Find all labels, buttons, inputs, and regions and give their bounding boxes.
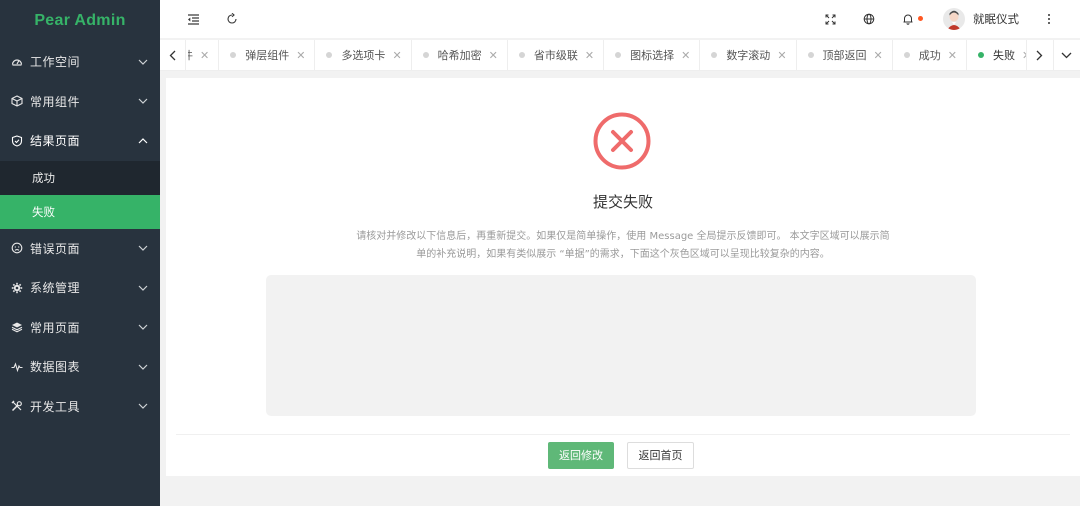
tab-components[interactable]: 组件 ✕	[188, 40, 220, 70]
tab-bar: 组件 ✕ 弹层组件 ✕ 多选项卡 ✕ 哈希加密 ✕ 省市级联 ✕	[160, 40, 1080, 71]
sidebar-item-common-pages[interactable]: 常用页面	[0, 308, 160, 348]
sidebar-item-label: 系统管理	[30, 281, 81, 296]
sidebar-item-error-page[interactable]: 错误页面	[0, 229, 160, 269]
globe-icon[interactable]	[861, 11, 877, 27]
chevron-down-icon	[138, 362, 148, 372]
close-icon[interactable]: ✕	[777, 49, 786, 62]
tab-status-dot	[326, 52, 333, 58]
chevron-down-icon	[138, 243, 148, 253]
close-icon[interactable]: ✕	[948, 49, 957, 62]
tab-label: 哈希加密	[437, 49, 482, 62]
notification-dot	[918, 16, 923, 21]
tab-success[interactable]: 成功 ✕	[893, 40, 967, 70]
sidebar-item-dev-tools[interactable]: 开发工具	[0, 387, 160, 427]
chevron-down-icon	[138, 283, 148, 293]
tab-label: 失败	[992, 49, 1015, 62]
tab-icon-picker[interactable]: 图标选择 ✕	[604, 40, 701, 70]
tab-failure[interactable]: 失败 ✕	[967, 40, 1026, 70]
tab-hash-encrypt[interactable]: 哈希加密 ✕	[412, 40, 508, 70]
chevron-down-icon	[138, 401, 148, 411]
tab-layer-components[interactable]: 弹层组件 ✕	[219, 40, 316, 70]
sidebar-item-workspace[interactable]: 工作空间	[0, 42, 160, 82]
sidebar-item-label: 结果页面	[30, 134, 81, 149]
close-icon[interactable]: ✕	[200, 49, 209, 62]
tab-label: 图标选择	[630, 49, 675, 62]
result-description: 请核对并修改以下信息后，再重新提交。如果仅是简单操作，使用 Message 全局…	[356, 231, 890, 260]
sidebar-item-system[interactable]: 系统管理	[0, 268, 160, 308]
result-extra-area	[266, 275, 976, 416]
layers-icon	[11, 321, 23, 333]
user-name[interactable]: 就眠仪式	[973, 11, 1019, 27]
cube-icon	[11, 95, 23, 107]
shield-icon	[11, 135, 23, 147]
tab-cascader[interactable]: 省市级联 ✕	[508, 40, 605, 70]
sidebar-item-label: 常用组件	[30, 94, 81, 109]
tab-scroll-right-button[interactable]	[1026, 40, 1052, 70]
tab-label: 顶部返回	[822, 49, 867, 62]
result-title: 提交失败	[592, 193, 653, 211]
tab-label: 数字滚动	[726, 49, 771, 62]
sidebar-item-components[interactable]: 常用组件	[0, 82, 160, 122]
sidebar: Pear Admin 工作空间 常用组件 结果页面 成功 失败 错误页面 系统管…	[0, 0, 160, 506]
sidebar-item-label: 工作空间	[30, 55, 81, 70]
tabs-viewport: 组件 ✕ 弹层组件 ✕ 多选项卡 ✕ 哈希加密 ✕ 省市级联 ✕	[188, 40, 1026, 70]
tab-label: 组件	[188, 47, 193, 63]
avatar[interactable]	[943, 8, 965, 30]
close-icon[interactable]: ✕	[392, 49, 401, 62]
tab-scroll-left-button[interactable]	[160, 40, 186, 70]
tab-count-up[interactable]: 数字滚动 ✕	[700, 40, 797, 70]
menu-fold-icon[interactable]	[185, 11, 201, 27]
chevron-down-icon	[138, 96, 148, 106]
tab-label: 省市级联	[533, 49, 578, 62]
app-logo[interactable]: Pear Admin	[0, 0, 160, 42]
tab-status-dot	[711, 52, 718, 58]
pulse-icon	[11, 361, 23, 373]
tab-status-dot	[518, 52, 525, 58]
close-icon[interactable]: ✕	[585, 49, 594, 62]
back-to-edit-button[interactable]: 返回修改	[548, 442, 614, 469]
sidebar-item-label: 数据图表	[30, 360, 81, 375]
tab-back-to-top[interactable]: 顶部返回 ✕	[797, 40, 893, 70]
sidebar-subitem-failure[interactable]: 失败	[0, 194, 160, 229]
tab-status-dot	[422, 52, 429, 58]
tab-status-dot	[977, 52, 984, 58]
more-icon[interactable]	[1041, 11, 1057, 27]
bell-icon[interactable]	[900, 11, 916, 27]
tab-status-dot	[615, 52, 622, 58]
chevron-up-icon	[138, 136, 148, 146]
chevron-down-icon	[138, 322, 148, 332]
tab-status-dot	[230, 52, 237, 58]
sidebar-item-charts[interactable]: 数据图表	[0, 347, 160, 387]
chevron-down-icon	[138, 57, 148, 67]
tools-icon	[11, 400, 23, 412]
refresh-icon[interactable]	[224, 11, 240, 27]
tabs-list: 组件 ✕ 弹层组件 ✕ 多选项卡 ✕ 哈希加密 ✕ 省市级联 ✕	[188, 40, 1026, 70]
gear-icon	[11, 282, 23, 294]
top-header: 就眠仪式	[160, 0, 1080, 38]
divider	[176, 434, 1070, 435]
close-icon[interactable]: ✕	[489, 49, 498, 62]
back-to-home-button[interactable]: 返回首页	[627, 442, 694, 469]
tab-label: 弹层组件	[245, 49, 290, 62]
tab-status-dot	[903, 52, 910, 58]
sidebar-submenu-result: 成功 失败	[0, 160, 160, 229]
face-icon	[11, 242, 23, 254]
dashboard-icon	[11, 56, 23, 68]
tab-multi-tabs[interactable]: 多选项卡 ✕	[315, 40, 412, 70]
fullscreen-icon[interactable]	[822, 11, 838, 27]
close-icon[interactable]: ✕	[874, 49, 883, 62]
result-card: 提交失败 请核对并修改以下信息后，再重新提交。如果仅是简单操作，使用 Messa…	[166, 78, 1080, 476]
sidebar-subitem-success[interactable]: 成功	[0, 161, 160, 195]
error-circle-icon	[593, 112, 651, 170]
tab-options-dropdown[interactable]	[1053, 40, 1079, 70]
close-icon[interactable]: ✕	[296, 49, 305, 62]
tab-label: 多选项卡	[341, 49, 386, 62]
close-icon[interactable]: ✕	[681, 49, 690, 62]
sidebar-item-label: 错误页面	[30, 241, 81, 256]
sidebar-item-label: 常用页面	[30, 320, 81, 335]
sidebar-item-result[interactable]: 结果页面	[0, 121, 160, 161]
tab-status-dot	[807, 52, 814, 58]
sidebar-item-label: 开发工具	[30, 399, 81, 414]
tab-label: 成功	[918, 49, 941, 62]
